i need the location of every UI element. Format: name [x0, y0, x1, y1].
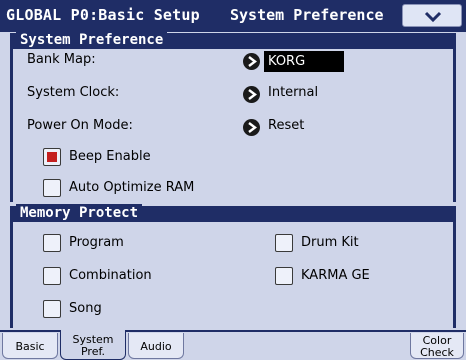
system-preference-title: System Preference: [16, 31, 168, 49]
title-bar: GLOBAL P0:Basic Setup System Preference: [0, 0, 466, 32]
power-on-mode-label: Power On Mode:: [27, 118, 133, 133]
system-preference-header: System Preference: [10, 31, 456, 49]
bank-map-popup-button[interactable]: [243, 53, 260, 70]
arrow-right-icon: [248, 89, 257, 100]
chevron-down-icon: [424, 11, 442, 23]
page-title: System Preference: [230, 6, 384, 24]
tab-system-pref[interactable]: System Pref.: [60, 330, 126, 360]
tab-color-check[interactable]: Color Check: [410, 333, 464, 359]
global-screen: GLOBAL P0:Basic Setup System Preference …: [0, 0, 466, 360]
page-tab-bar: Basic System Pref. Audio Color Check: [0, 330, 466, 360]
auto-optimize-ram-checkbox[interactable]: [43, 179, 61, 197]
song-protect-checkbox[interactable]: [43, 300, 61, 318]
karma-ge-protect-checkbox[interactable]: [275, 267, 293, 285]
system-clock-label: System Clock:: [27, 85, 120, 100]
drum-kit-protect-checkbox[interactable]: [275, 234, 293, 252]
system-clock-value[interactable]: Internal: [268, 85, 318, 100]
tab-color-check-label-2: Check: [420, 346, 454, 359]
program-protect-label: Program: [69, 235, 124, 250]
beep-enable-label: Beep Enable: [69, 149, 151, 164]
beep-enable-checkbox[interactable]: [43, 148, 61, 166]
program-protect-checkbox[interactable]: [43, 234, 61, 252]
power-on-mode-popup-button[interactable]: [243, 119, 260, 136]
tab-system-pref-label-2: Pref.: [80, 345, 106, 358]
combination-protect-checkbox[interactable]: [43, 267, 61, 285]
tab-basic-label: Basic: [15, 340, 45, 353]
mode-title: GLOBAL P0:Basic Setup: [6, 6, 200, 24]
page-menu-button[interactable]: [402, 4, 462, 27]
arrow-right-icon: [248, 56, 257, 67]
song-protect-label: Song: [69, 301, 102, 316]
karma-ge-protect-label: KARMA GE: [301, 268, 370, 283]
system-preference-panel: Bank Map: KORG System Clock: Internal Po…: [10, 49, 456, 202]
bank-map-label: Bank Map:: [27, 52, 96, 67]
auto-optimize-ram-label: Auto Optimize RAM: [69, 180, 195, 195]
arrow-right-icon: [248, 122, 257, 133]
system-clock-popup-button[interactable]: [243, 86, 260, 103]
memory-protect-panel: Program Combination Song Drum Kit KARMA …: [10, 222, 456, 328]
drum-kit-protect-label: Drum Kit: [301, 235, 359, 250]
power-on-mode-value[interactable]: Reset: [268, 118, 304, 133]
bank-map-value[interactable]: KORG: [264, 51, 344, 72]
combination-protect-label: Combination: [69, 268, 152, 283]
tab-basic[interactable]: Basic: [2, 333, 58, 359]
memory-protect-header: Memory Protect: [10, 204, 456, 222]
memory-protect-title: Memory Protect: [16, 204, 143, 222]
tab-audio-label: Audio: [140, 340, 172, 353]
tab-audio[interactable]: Audio: [128, 333, 184, 359]
